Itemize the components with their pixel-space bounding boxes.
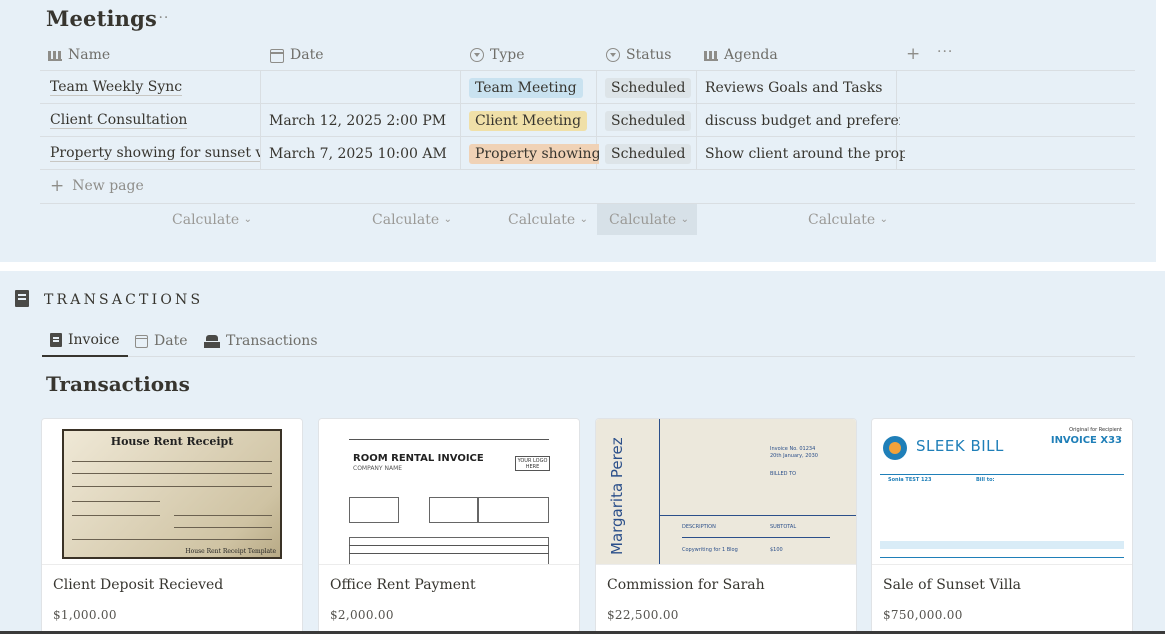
- receipt-heading: House Rent Receipt: [110, 435, 234, 448]
- column-label: Date: [290, 47, 324, 63]
- column-header-name[interactable]: Name: [48, 44, 110, 66]
- name-cell[interactable]: Team Weekly Sync: [50, 71, 260, 104]
- name-cell[interactable]: Client Consultation: [50, 104, 260, 137]
- bank-icon: [204, 334, 220, 348]
- gallery-card[interactable]: SLEEK BILL Original for Recipient INVOIC…: [871, 418, 1133, 634]
- chevron-down-icon: ⌄: [443, 214, 452, 225]
- transactions-heading: TRANSACTIONS: [44, 292, 204, 308]
- meetings-title[interactable]: Meetings: [46, 6, 157, 31]
- gallery-card[interactable]: ROOM RENTAL INVOICE COMPANY NAME YOUR LO…: [318, 418, 580, 634]
- column-label: Name: [68, 47, 111, 63]
- table-row[interactable]: Property showing for sunset villa March …: [40, 137, 1135, 170]
- transactions-title[interactable]: Transactions: [46, 372, 190, 396]
- invoice-number: INVOICE X33: [1050, 435, 1122, 446]
- status-tag: Scheduled: [605, 110, 692, 131]
- invoice-company: COMPANY NAME: [353, 465, 403, 472]
- invoice-name: Margarita Perez: [608, 437, 626, 555]
- column-more-button[interactable]: ···: [937, 44, 953, 60]
- new-page-button[interactable]: + New page: [50, 176, 144, 196]
- card-cover-image: House Rent Receipt House Rent Receipt Te…: [42, 419, 302, 565]
- logo-icon: [883, 436, 907, 460]
- date-cell[interactable]: [269, 71, 459, 104]
- card-title: Sale of Sunset Villa: [883, 577, 1022, 593]
- calculate-type[interactable]: Calculate ⌄: [476, 204, 596, 235]
- tab-date[interactable]: Date: [127, 325, 195, 357]
- gallery-card[interactable]: House Rent Receipt House Rent Receipt Te…: [41, 418, 303, 634]
- meetings-database: Meetings ··· Name Date Type Status Agend…: [0, 0, 1156, 262]
- agenda-cell[interactable]: Reviews Goals and Tasks: [705, 71, 900, 104]
- column-label: Status: [626, 47, 672, 63]
- card-cover-image: ROOM RENTAL INVOICE COMPANY NAME YOUR LO…: [319, 419, 579, 565]
- chevron-down-icon: ⌄: [579, 214, 588, 225]
- card-cover-image: SLEEK BILL Original for Recipient INVOIC…: [872, 419, 1132, 565]
- column-header-agenda[interactable]: Agenda: [704, 44, 778, 66]
- chevron-down-icon: ⌄: [680, 214, 689, 225]
- status-cell[interactable]: Scheduled: [605, 104, 700, 137]
- meetings-more-button[interactable]: ···: [153, 10, 169, 26]
- calculate-agenda[interactable]: Calculate ⌄: [776, 204, 896, 235]
- column-header-type[interactable]: Type: [470, 44, 525, 66]
- card-amount: $1,000.00: [53, 608, 117, 622]
- select-icon: [470, 48, 484, 62]
- receipt-footer: House Rent Receipt Template: [185, 548, 276, 555]
- column-header-date[interactable]: Date: [270, 44, 323, 66]
- tab-invoice[interactable]: Invoice: [42, 325, 128, 357]
- invoice-heading: ROOM RENTAL INVOICE: [353, 453, 484, 464]
- gallery-card[interactable]: Margarita Perez Invoice No. 01234 20th J…: [595, 418, 857, 634]
- date-cell[interactable]: March 7, 2025 10:00 AM: [269, 137, 459, 170]
- type-cell[interactable]: Property showing: [469, 137, 599, 170]
- view-tabs: Invoice Date Transactions: [42, 325, 1135, 357]
- invoice-logo: YOUR LOGO HERE: [515, 456, 550, 471]
- chevron-down-icon: ⌄: [879, 214, 888, 225]
- receipt-icon: [50, 333, 62, 347]
- type-tag: Team Meeting: [469, 77, 583, 98]
- status-icon: [606, 48, 620, 62]
- calendar-icon: [135, 334, 148, 348]
- type-cell[interactable]: Team Meeting: [469, 71, 599, 104]
- new-page-label: New page: [72, 178, 144, 194]
- status-tag: Scheduled: [605, 77, 692, 98]
- people-icon: [48, 48, 62, 62]
- card-title: Office Rent Payment: [330, 577, 476, 593]
- date-cell[interactable]: March 12, 2025 2:00 PM: [269, 104, 459, 137]
- add-column-button[interactable]: +: [906, 44, 920, 64]
- card-amount: $750,000.00: [883, 608, 963, 622]
- column-header-status[interactable]: Status: [606, 44, 671, 66]
- calculate-date[interactable]: Calculate ⌄: [340, 204, 460, 235]
- calculate-status[interactable]: Calculate ⌄: [597, 204, 697, 235]
- calendar-icon: [270, 49, 284, 63]
- transactions-section: TRANSACTIONS Invoice Date Transactions T…: [0, 271, 1165, 634]
- type-tag: Client Meeting: [469, 110, 588, 131]
- plus-icon: +: [50, 176, 65, 196]
- table-row[interactable]: Team Weekly Sync Team Meeting Scheduled …: [40, 71, 1135, 104]
- card-title: Client Deposit Recieved: [53, 577, 224, 593]
- agenda-cell[interactable]: Show client around the property: [705, 137, 905, 170]
- card-amount: $2,000.00: [330, 608, 394, 622]
- type-tag: Property showing: [469, 143, 599, 164]
- agenda-cell[interactable]: discuss budget and preferences: [705, 104, 900, 137]
- name-cell[interactable]: Property showing for sunset villa: [50, 137, 260, 170]
- table-row[interactable]: Client Consultation March 12, 2025 2:00 …: [40, 104, 1135, 137]
- status-tag: Scheduled: [605, 143, 692, 164]
- card-amount: $22,500.00: [607, 608, 679, 622]
- calculate-name[interactable]: Calculate ⌄: [140, 204, 260, 235]
- card-title: Commission for Sarah: [607, 577, 765, 593]
- status-cell[interactable]: Scheduled: [605, 137, 700, 170]
- status-cell[interactable]: Scheduled: [605, 71, 700, 104]
- tab-transactions[interactable]: Transactions: [196, 325, 326, 357]
- people-icon: [704, 48, 718, 62]
- type-cell[interactable]: Client Meeting: [469, 104, 599, 137]
- card-cover-image: Margarita Perez Invoice No. 01234 20th J…: [596, 419, 856, 565]
- brand-name: SLEEK BILL: [916, 437, 1004, 455]
- receipt-icon: [15, 290, 29, 307]
- column-label: Agenda: [724, 47, 778, 63]
- column-label: Type: [490, 47, 525, 63]
- chevron-down-icon: ⌄: [243, 214, 252, 225]
